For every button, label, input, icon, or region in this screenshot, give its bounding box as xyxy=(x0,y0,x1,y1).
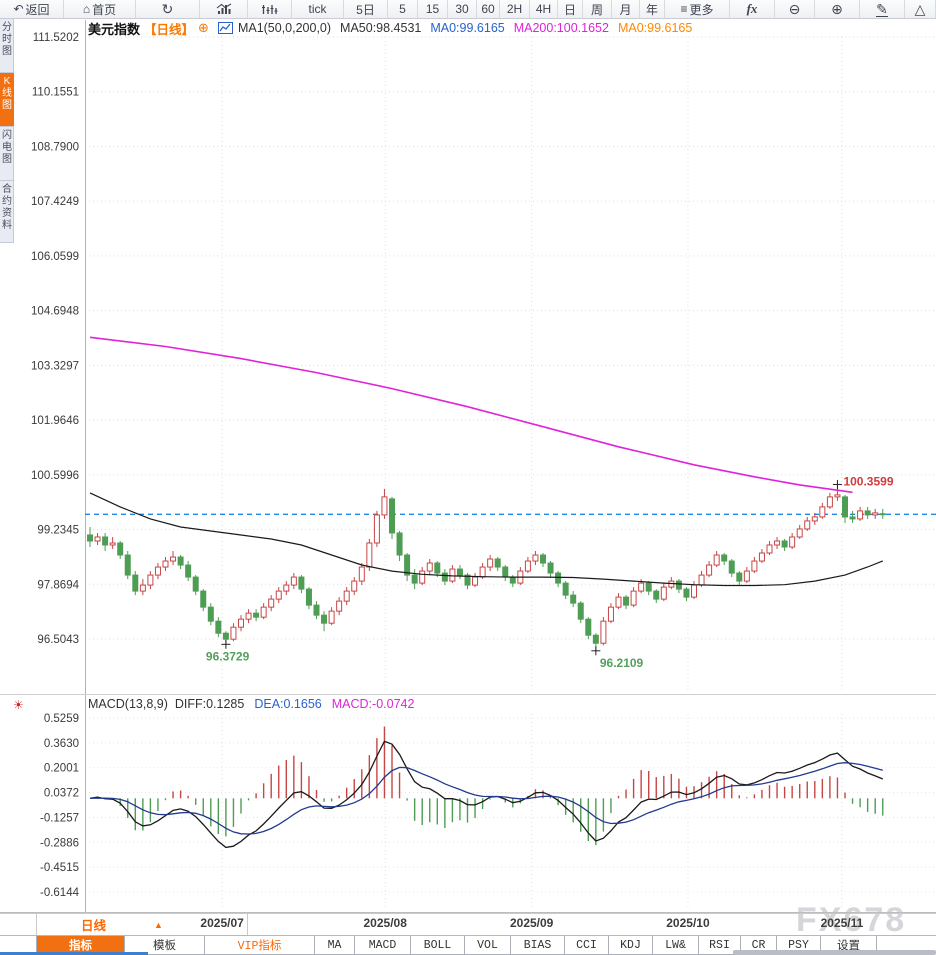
ma0-blue-value: MA0:99.6165 xyxy=(430,21,504,35)
period-selector-label: 日线 xyxy=(81,915,106,934)
period-selector-arrow-icon: ▲ xyxy=(154,920,163,930)
svg-text:103.3297: 103.3297 xyxy=(31,360,79,372)
tab-CCI[interactable]: CCI xyxy=(565,936,609,955)
ma-settings-label: MA1(50,0,200,0) xyxy=(238,21,331,35)
panel-borders xyxy=(0,20,936,913)
svg-text:101.9646: 101.9646 xyxy=(31,415,79,427)
tab-KDJ[interactable]: KDJ xyxy=(609,936,653,955)
month-label-2025-10: 2025/10 xyxy=(653,916,723,930)
svg-text:110.1551: 110.1551 xyxy=(32,87,79,99)
macd-lines xyxy=(90,741,883,847)
macd-dea-value: DEA:0.1656 xyxy=(254,697,321,711)
ma50-line xyxy=(90,493,883,586)
svg-text:96.3729: 96.3729 xyxy=(206,649,250,663)
svg-text:0.5259: 0.5259 xyxy=(44,713,79,725)
ma0-orange-value: MA0:99.6165 xyxy=(618,21,692,35)
tab-LW&[interactable]: LW& xyxy=(653,936,699,955)
month-gridlines xyxy=(222,37,842,910)
svg-text:100.3599: 100.3599 xyxy=(843,474,893,488)
indicator-settings-icon[interactable]: ☀ xyxy=(13,698,24,712)
svg-text:0.3630: 0.3630 xyxy=(44,738,79,750)
macd-grid-and-axis: 0.5259 0.3630 0.2001 0.0372 -0.1257 -0.2886 -0… xyxy=(40,713,936,899)
ma200-value: MA200:100.1652 xyxy=(514,21,609,35)
svg-text:100.5996: 100.5996 xyxy=(31,470,79,482)
main-chart-header: 美元指数 【日线】 ⊕ MA1(50,0,200,0) MA50:98.4531… xyxy=(88,20,692,36)
ma50-value: MA50:98.4531 xyxy=(340,21,421,35)
candles xyxy=(88,484,886,650)
macd-header: MACD(13,8,9) DIFF:0.1285 DEA:0.1656 MACD… xyxy=(88,696,414,711)
trading-app-window: ↶返回⌂首页↻tick5日51530602H4H日周月年≡更多fx⊖⊕✎△ 分时… xyxy=(0,0,936,955)
svg-text:97.8694: 97.8694 xyxy=(37,579,79,591)
macd-title-and-diff: MACD(13,8,9) DIFF:0.1285 xyxy=(88,697,244,711)
macd-bar-value: MACD:-0.0742 xyxy=(332,697,415,711)
macd-histogram xyxy=(90,727,883,846)
svg-text:0.2001: 0.2001 xyxy=(44,763,79,775)
tab-VIP指标[interactable]: VIP指标 xyxy=(205,936,315,955)
svg-text:99.2345: 99.2345 xyxy=(37,525,79,537)
main-grid-and-axis: 111.5202 110.1551 108.7900 107.4249 106.0599… xyxy=(31,32,936,646)
svg-text:107.4249: 107.4249 xyxy=(31,196,79,208)
price-and-macd-chart[interactable]: 111.5202 110.1551 108.7900 107.4249 106.0599… xyxy=(0,0,936,955)
svg-text:-0.4515: -0.4515 xyxy=(40,862,79,874)
tab-VOL[interactable]: VOL xyxy=(465,936,511,955)
add-compare-icon[interactable]: ⊕ xyxy=(198,20,209,36)
ma200-line xyxy=(90,337,853,492)
svg-text:108.7900: 108.7900 xyxy=(31,141,79,153)
tab-MA[interactable]: MA xyxy=(315,936,355,955)
x-axis-date-row: 日线 ▲ 2025/07 2025/08 2025/09 2025/10 2025/11 xyxy=(0,913,936,936)
tab-MACD[interactable]: MACD xyxy=(355,936,411,955)
horizontal-scrollbar-thumb[interactable] xyxy=(733,950,936,955)
month-label-2025-11: 2025/11 xyxy=(807,916,877,930)
svg-text:-0.6144: -0.6144 xyxy=(40,887,80,899)
month-label-2025-09: 2025/09 xyxy=(497,916,567,930)
svg-text:0.0372: 0.0372 xyxy=(44,788,79,800)
symbol-name: 美元指数 xyxy=(88,19,140,38)
month-label-2025-07: 2025/07 xyxy=(187,916,257,930)
tab-BOLL[interactable]: BOLL xyxy=(411,936,465,955)
month-label-2025-08: 2025/08 xyxy=(350,916,420,930)
period-badge[interactable]: 【日线】 xyxy=(144,19,194,38)
svg-text:96.5043: 96.5043 xyxy=(37,634,79,646)
svg-text:-0.2886: -0.2886 xyxy=(40,837,79,849)
kline-mini-icon xyxy=(218,22,233,34)
svg-text:104.6948: 104.6948 xyxy=(31,306,79,318)
svg-text:106.0599: 106.0599 xyxy=(31,251,79,263)
svg-text:-0.1257: -0.1257 xyxy=(40,812,79,824)
tab-BIAS[interactable]: BIAS xyxy=(511,936,565,955)
svg-text:111.5202: 111.5202 xyxy=(33,32,79,44)
svg-text:96.2109: 96.2109 xyxy=(600,656,644,670)
